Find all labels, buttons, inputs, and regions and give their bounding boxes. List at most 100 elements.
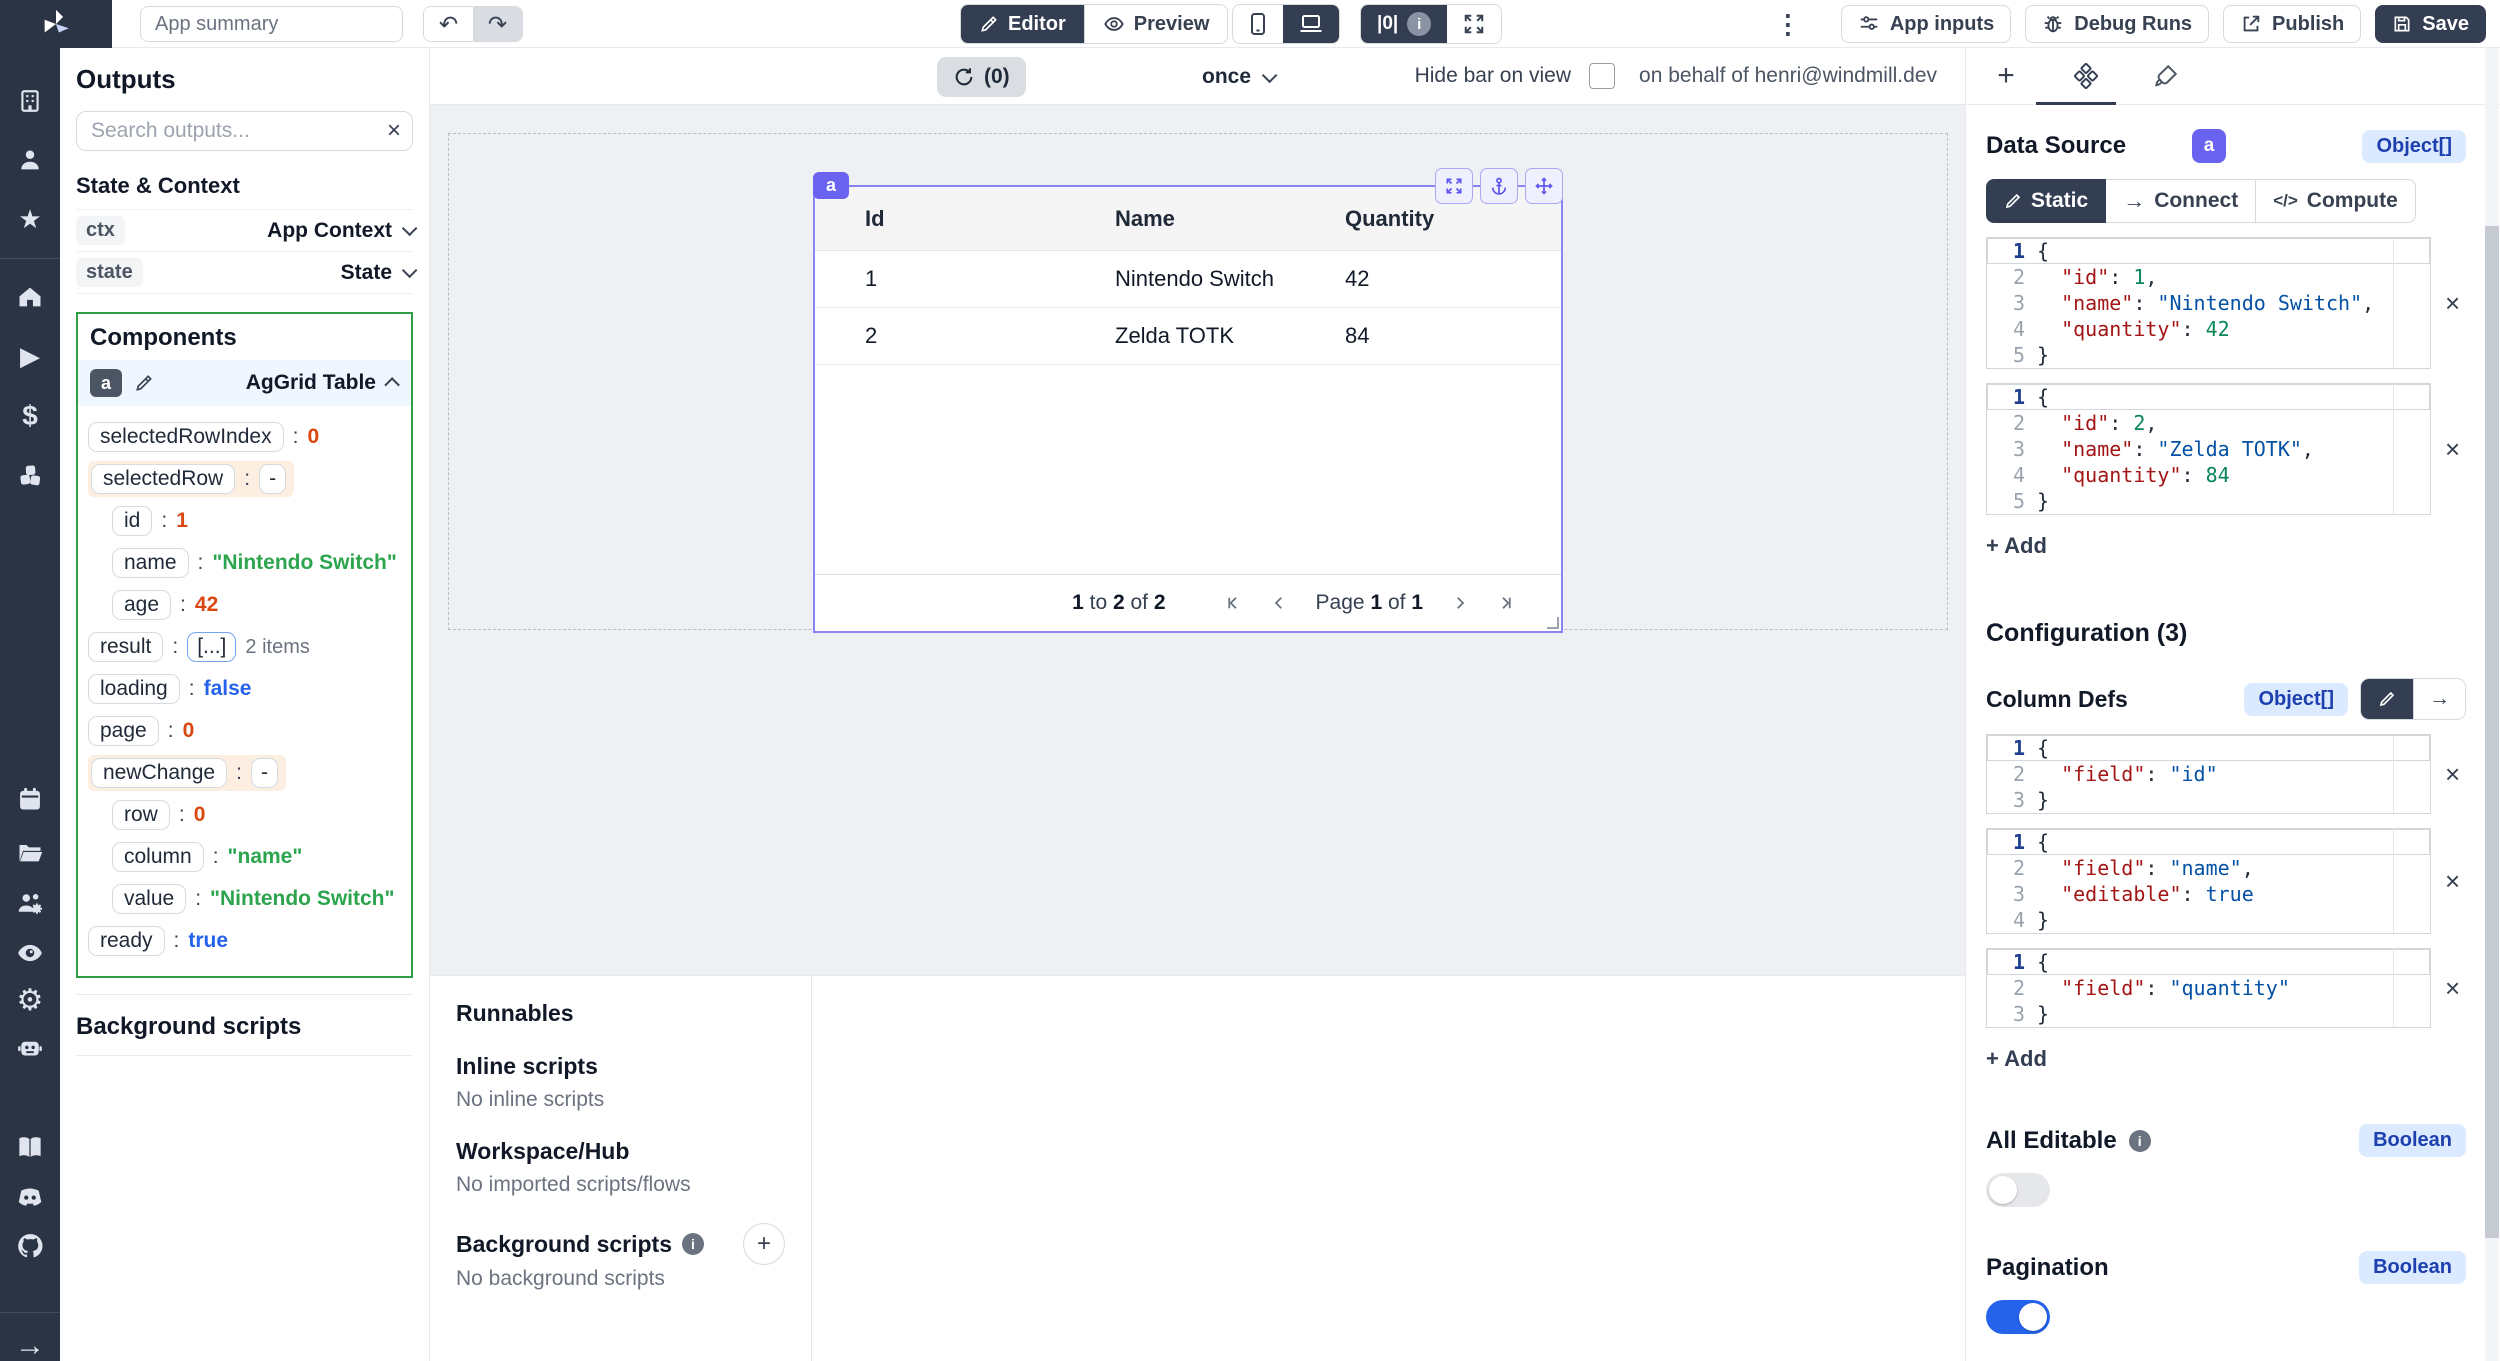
json-code-editor[interactable]: 1{2 "id": 1,3 "name": "Nintendo Switch",… <box>1986 237 2431 369</box>
connect-mode-button[interactable]: → <box>2413 679 2465 719</box>
compute-tab[interactable]: </> Compute <box>2256 179 2416 223</box>
pencil-icon[interactable] <box>134 373 154 393</box>
all-editable-toggle[interactable] <box>1986 1173 2050 1207</box>
table-row[interactable]: 1Nintendo Switch42 <box>815 251 1561 308</box>
redo-button[interactable]: ↷ <box>473 7 522 41</box>
output-row[interactable]: row:0 <box>88 794 401 836</box>
app-summary-input[interactable] <box>140 6 403 42</box>
search-outputs-input[interactable] <box>76 111 413 151</box>
remove-item-button[interactable]: × <box>2445 436 2460 462</box>
next-page-button[interactable] <box>1451 594 1469 612</box>
remove-item-button[interactable]: × <box>2445 868 2460 894</box>
output-key-chip[interactable]: selectedRowIndex <box>88 422 284 452</box>
hide-bar-checkbox[interactable] <box>1589 63 1615 89</box>
ctx-row[interactable]: ctx App Context <box>76 209 413 251</box>
user-icon[interactable] <box>15 145 45 174</box>
remove-item-button[interactable]: × <box>2445 975 2460 1001</box>
output-key-chip[interactable]: column <box>112 842 204 872</box>
discord-icon[interactable] <box>15 1182 45 1212</box>
json-code-editor[interactable]: 1{2 "field": "id"3} <box>1986 734 2431 814</box>
json-code-editor[interactable]: 1{2 "id": 2,3 "name": "Zelda TOTK",4 "qu… <box>1986 383 2431 515</box>
last-page-button[interactable] <box>1497 594 1515 612</box>
output-row[interactable]: selectedRowIndex:0 <box>88 416 401 458</box>
undo-button[interactable]: ↶ <box>424 7 473 41</box>
runs-play-icon[interactable]: ▶ <box>15 341 45 371</box>
output-row[interactable]: id:1 <box>88 500 401 542</box>
output-row[interactable]: ready:true <box>88 920 401 962</box>
edit-mode-button[interactable] <box>2361 679 2413 719</box>
dollar-icon[interactable]: $ <box>15 401 45 431</box>
clear-search-icon[interactable]: × <box>387 117 401 145</box>
windmill-logo[interactable] <box>0 0 112 48</box>
move-component-button[interactable] <box>1525 168 1563 204</box>
expand-component-button[interactable] <box>1435 168 1473 204</box>
outputs-count-button[interactable]: |0| i <box>1361 5 1447 43</box>
cubes-icon[interactable] <box>15 460 45 489</box>
output-row[interactable]: loading:false <box>88 668 401 710</box>
json-code-editor[interactable]: 1{2 "field": "quantity"3} <box>1986 948 2431 1028</box>
column-header[interactable]: Quantity <box>1345 206 1561 232</box>
save-button[interactable]: Save <box>2375 5 2486 43</box>
editor-tab[interactable]: Editor <box>961 5 1084 43</box>
aggrid-component-header[interactable]: a AgGrid Table <box>78 360 411 406</box>
output-row[interactable]: result:[...]2 items <box>88 626 401 668</box>
refresh-mode-dropdown[interactable]: once <box>1202 57 1273 97</box>
folder-icon[interactable] <box>15 837 45 866</box>
output-key-chip[interactable]: row <box>112 800 170 830</box>
output-key-chip[interactable]: result <box>88 632 163 662</box>
app-canvas[interactable]: a IdNameQuantity 1Nintendo Switch422Zeld… <box>430 105 1965 975</box>
resize-handle[interactable] <box>1547 617 1559 629</box>
component-settings-tab[interactable] <box>2046 48 2126 104</box>
pagination-toggle[interactable] <box>1986 1300 2050 1334</box>
output-row[interactable]: value:"Nintendo Switch" <box>88 878 401 920</box>
aggrid-table-component[interactable]: a IdNameQuantity 1Nintendo Switch422Zeld… <box>813 185 1563 633</box>
calendar-icon[interactable] <box>15 784 45 813</box>
output-row[interactable]: name:"Nintendo Switch" <box>88 542 401 584</box>
more-menu-icon[interactable]: ⋮ <box>1775 9 1801 40</box>
output-key-chip[interactable]: loading <box>88 674 180 704</box>
desktop-view-button[interactable] <box>1283 5 1339 43</box>
refresh-button[interactable]: (0) <box>937 57 1026 97</box>
output-key-chip[interactable]: newChange <box>91 758 227 788</box>
output-key-chip[interactable]: selectedRow <box>91 464 235 494</box>
output-key-chip[interactable]: ready <box>88 926 165 956</box>
static-tab[interactable]: Static <box>1986 179 2106 223</box>
settings-gear-icon[interactable]: ⚙ <box>15 986 45 1016</box>
docs-book-icon[interactable] <box>15 1132 45 1162</box>
output-row[interactable]: newChange:- <box>88 752 401 794</box>
output-row[interactable]: page:0 <box>88 710 401 752</box>
json-code-editor[interactable]: 1{2 "field": "name",3 "editable": true4} <box>1986 828 2431 934</box>
star-icon[interactable]: ★ <box>15 204 45 234</box>
fullscreen-button[interactable] <box>1447 5 1501 43</box>
output-key-chip[interactable]: age <box>112 590 171 620</box>
output-row[interactable]: age:42 <box>88 584 401 626</box>
panel-scrollbar-thumb[interactable] <box>2485 226 2499 1238</box>
first-page-button[interactable] <box>1224 594 1242 612</box>
chevron-up-icon[interactable] <box>384 377 400 393</box>
table-row[interactable]: 2Zelda TOTK84 <box>815 308 1561 365</box>
column-header[interactable]: Name <box>1115 206 1345 232</box>
prev-page-button[interactable] <box>1270 594 1288 612</box>
mobile-view-button[interactable] <box>1233 5 1283 43</box>
output-key-chip[interactable]: page <box>88 716 159 746</box>
ai-robot-icon[interactable] <box>15 1033 45 1063</box>
github-icon[interactable] <box>15 1231 45 1261</box>
chevron-down-icon[interactable] <box>402 221 418 237</box>
output-key-chip[interactable]: name <box>112 548 189 578</box>
styling-tab[interactable] <box>2126 48 2206 104</box>
column-header[interactable]: Id <box>865 206 1115 232</box>
output-row[interactable]: selectedRow:- <box>88 458 401 500</box>
collapse-arrow-icon[interactable]: → <box>15 1331 45 1361</box>
add-background-script-button[interactable]: + <box>743 1223 785 1265</box>
building-icon[interactable] <box>15 86 45 115</box>
remove-item-button[interactable]: × <box>2445 290 2460 316</box>
insert-component-tab[interactable]: + <box>1966 48 2046 104</box>
add-column-def-button[interactable]: + Add <box>1986 1046 2047 1072</box>
debug-runs-button[interactable]: Debug Runs <box>2025 5 2209 43</box>
anchor-component-button[interactable] <box>1480 168 1518 204</box>
output-key-chip[interactable]: value <box>112 884 186 914</box>
workers-users-gear-icon[interactable] <box>15 888 45 918</box>
audit-eye-icon[interactable] <box>15 938 45 968</box>
app-inputs-button[interactable]: App inputs <box>1841 5 2011 43</box>
chevron-down-icon[interactable] <box>402 263 418 279</box>
